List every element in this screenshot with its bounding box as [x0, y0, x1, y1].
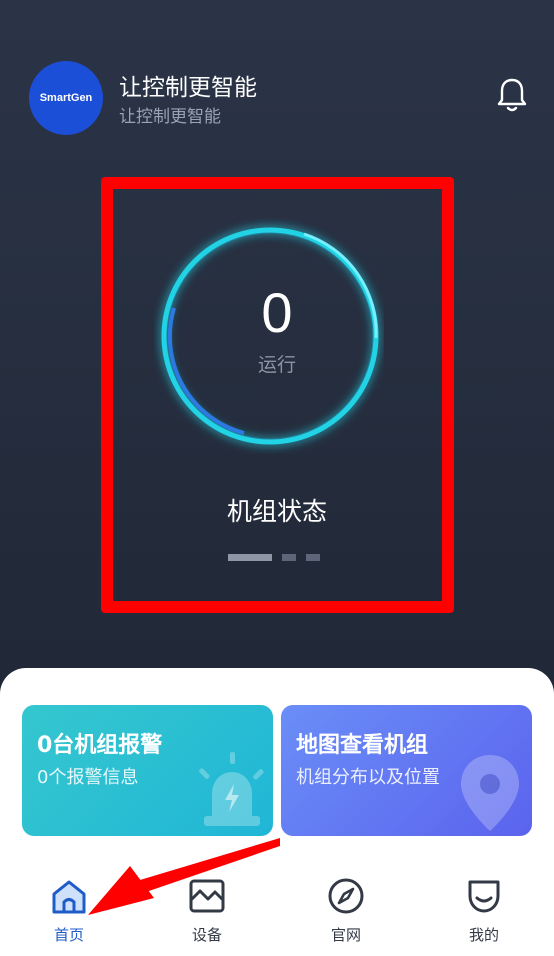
running-count: 0: [261, 281, 293, 344]
home-icon: [52, 880, 86, 914]
app-title: 让控制更智能: [119, 75, 257, 101]
tab-devices[interactable]: 设备: [167, 870, 247, 945]
tab-home[interactable]: 首页: [29, 870, 109, 945]
tab-website[interactable]: 官网: [306, 870, 386, 945]
running-label: 运行: [257, 354, 296, 376]
carousel-dot[interactable]: [282, 554, 296, 561]
map-card-subtitle: 机组分布以及位置: [296, 767, 440, 788]
alarm-card-subtitle: 0个报警信息: [37, 767, 139, 788]
device-chart-icon: [189, 879, 225, 913]
alarm-card-title: 0台机组报警: [37, 733, 163, 758]
map-card-title: 地图查看机组: [296, 733, 429, 758]
compass-icon: [328, 878, 364, 914]
alarm-card[interactable]: 0台机组报警 0个报警信息: [22, 705, 273, 836]
tab-home-label: 首页: [53, 926, 84, 944]
unit-status-label: 机组状态: [226, 497, 327, 526]
app-subtitle: 让控制更智能: [119, 107, 221, 127]
carousel-dot-active[interactable]: [228, 554, 272, 561]
tab-website-label: 官网: [330, 926, 361, 944]
carousel-dot[interactable]: [306, 554, 320, 561]
profile-smile-icon: [468, 880, 500, 913]
carousel-indicator[interactable]: [228, 554, 320, 561]
tab-profile-label: 我的: [468, 926, 499, 944]
tab-profile[interactable]: 我的: [444, 870, 524, 945]
map-card[interactable]: 地图查看机组 机组分布以及位置: [281, 705, 532, 836]
app-header: SmartGen 让控制更智能 让控制更智能: [29, 60, 529, 136]
alarm-light-icon: [199, 752, 264, 826]
bottom-tab-bar: 首页 设备 官网 我的: [0, 870, 554, 956]
tab-devices-label: 设备: [191, 926, 222, 944]
bell-icon[interactable]: [495, 76, 529, 114]
map-pin-icon: [461, 755, 519, 831]
smartgen-logo: SmartGen: [29, 61, 103, 135]
